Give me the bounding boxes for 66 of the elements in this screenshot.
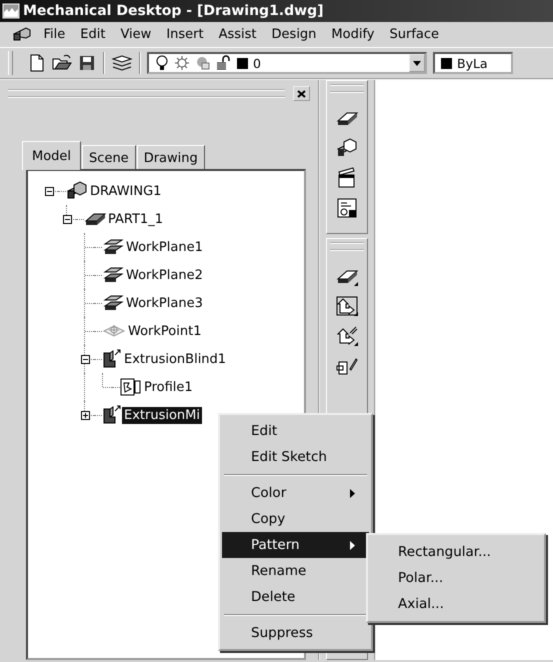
layers-icon[interactable] (111, 53, 133, 73)
layer-dropdown[interactable]: 0 (147, 52, 427, 74)
plane-icon (102, 266, 124, 284)
extrusion-icon (102, 349, 122, 369)
color-swatch (441, 58, 452, 68)
tree-item[interactable]: Profile1 (142, 378, 195, 396)
menu-item[interactable]: Surface (382, 27, 447, 42)
expander-toggle[interactable] (44, 186, 54, 196)
color-dropdown[interactable]: ByLa (433, 52, 513, 74)
tree-item[interactable]: WorkPlane3 (124, 294, 205, 312)
tab[interactable]: Scene (82, 145, 136, 169)
menu-item[interactable]: Design (264, 27, 324, 42)
arrow-shape-icon[interactable] (335, 295, 359, 317)
menu-item[interactable]: Polar... (370, 565, 542, 591)
save-icon[interactable] (77, 53, 97, 73)
layer-name: 0 (253, 56, 261, 70)
grip-handle[interactable] (330, 84, 364, 93)
menu-item[interactable]: Delete (222, 584, 369, 610)
plane-icon (102, 238, 124, 256)
viewport-icon (195, 55, 211, 71)
close-icon[interactable] (297, 90, 306, 98)
tree-item[interactable]: WorkPlane1 (124, 238, 205, 256)
sun-icon (174, 55, 190, 71)
profile-icon (120, 377, 142, 397)
menu-item[interactable]: Modify (324, 27, 382, 42)
tree-item[interactable]: WorkPlane2 (124, 266, 205, 284)
menu-item[interactable]: Color (222, 480, 369, 506)
menu-item[interactable]: Axial... (370, 591, 542, 617)
menu-item[interactable]: Assist (211, 27, 264, 42)
menu-item[interactable]: Rename (222, 558, 369, 584)
extrusion-icon (102, 405, 122, 425)
bulb-icon (155, 54, 169, 72)
app-icon (2, 3, 20, 19)
menu-item[interactable]: Suppress (222, 620, 369, 646)
assembly-icon (66, 181, 88, 201)
grip-handle[interactable] (330, 242, 364, 251)
assembly-icon[interactable] (335, 137, 359, 159)
expander-toggle[interactable] (62, 214, 72, 224)
expander-toggle[interactable] (80, 410, 90, 420)
menu-item[interactable]: Edit (72, 27, 113, 42)
arrow-shape-icon[interactable] (335, 325, 359, 347)
menu-item[interactable]: File (36, 27, 73, 42)
tree-item[interactable]: ExtrusionMi (122, 406, 202, 424)
menu-item[interactable]: Copy (222, 506, 369, 532)
lock-icon (216, 55, 232, 71)
menu-item[interactable]: Edit Sketch (222, 444, 369, 470)
menu-item[interactable]: Pattern (222, 532, 369, 558)
menu-item[interactable]: Edit (222, 418, 369, 444)
menu-item[interactable]: Insert (158, 27, 212, 42)
tree-item[interactable]: DRAWING1 (88, 182, 164, 200)
grip-handle[interactable] (8, 89, 285, 98)
tree-item[interactable]: WorkPoint1 (126, 322, 204, 340)
layer-color-swatch (237, 58, 248, 68)
tab[interactable]: Model (22, 141, 82, 170)
tree-item[interactable]: PART1_1 (106, 210, 165, 228)
menu-item[interactable]: View (112, 27, 159, 42)
plane-icon (102, 294, 124, 312)
tree-item[interactable]: ExtrusionBlind1 (122, 350, 228, 368)
blocks-icon[interactable] (12, 26, 32, 44)
tab[interactable]: Drawing (136, 145, 205, 169)
window-title: Mechanical Desktop - [Drawing1.dwg] (23, 3, 324, 19)
menu-item[interactable]: Rectangular... (370, 539, 542, 565)
color-name: ByLa (457, 56, 488, 70)
close-button[interactable] (293, 86, 310, 101)
drawing-sheet-icon[interactable] (335, 197, 359, 219)
expander-toggle[interactable] (80, 354, 90, 364)
